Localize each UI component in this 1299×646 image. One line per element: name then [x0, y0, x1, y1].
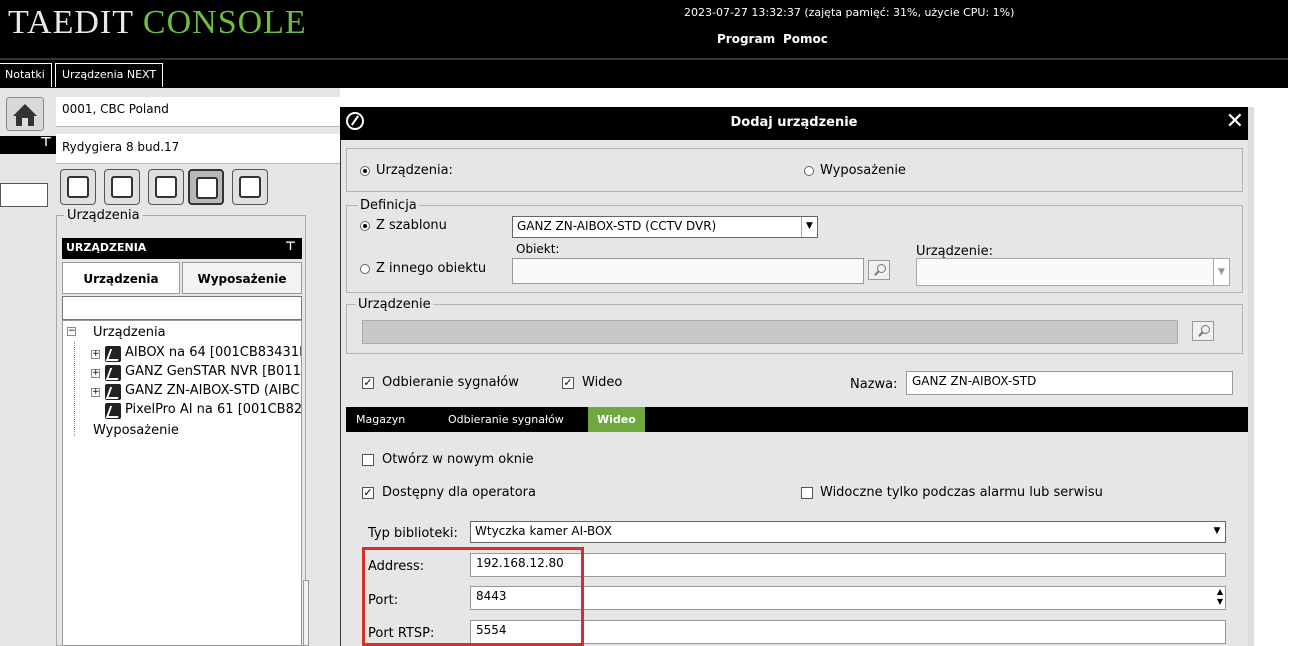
odbieranie-label: Odbieranie sygnałów — [382, 375, 519, 390]
radio-wyposazenie-label: Wyposażenie — [820, 163, 906, 178]
search-icon[interactable] — [868, 260, 890, 280]
radio-z-innego[interactable] — [360, 264, 370, 274]
urzadzenia-panel-header: URZĄDZENIA ⊤ — [62, 238, 302, 259]
app-title: TAEDIT CONSOLE — [8, 4, 307, 41]
type-panel — [346, 148, 1243, 192]
tree-item[interactable]: PixelPro AI na 61 [001CB82 — [125, 402, 301, 417]
status-text: 2023-07-27 13:32:37 (zajęta pamięć: 31%,… — [684, 6, 1015, 19]
expand-icon[interactable]: + — [91, 369, 100, 378]
device-remove-icon[interactable] — [148, 169, 184, 205]
widoczne-checkbox[interactable] — [801, 487, 813, 499]
urzadzenie-input[interactable] — [362, 320, 1178, 344]
radio-z-szablonu[interactable] — [360, 221, 370, 231]
expand-icon[interactable]: + — [91, 350, 100, 359]
tree-item[interactable]: GANZ GenSTAR NVR [B011 — [125, 364, 301, 379]
pin-icon[interactable]: ⊤ — [285, 239, 296, 253]
radio-urzadzenia[interactable] — [360, 166, 370, 176]
obiekt-input[interactable] — [512, 258, 864, 284]
radio-z-innego-label: Z innego obiektu — [376, 261, 487, 276]
chevron-down-icon[interactable]: ▼ — [1209, 522, 1225, 542]
dialog-scrollbar[interactable] — [1248, 107, 1254, 646]
tree-item[interactable]: GANZ ZN-AIBOX-STD (AIBC — [125, 383, 299, 398]
left-search-input[interactable] — [0, 183, 48, 207]
expand-icon[interactable]: + — [91, 388, 100, 397]
tree-root-wyposazenie[interactable]: Wyposażenie — [93, 423, 179, 438]
typ-biblioteki-select[interactable]: Wtyczka kamer AI-BOX ▼ — [470, 521, 1226, 543]
obiekt-label: Obiekt: — [516, 242, 560, 256]
house-icon[interactable] — [6, 97, 44, 131]
device-tree: − Urządzenia + AIBOX na 64 [001CB83431I … — [62, 320, 302, 646]
tab-magazyn[interactable]: Magazyn — [350, 407, 411, 432]
typ-biblioteki-label: Typ biblioteki: — [368, 526, 458, 541]
template-value: GANZ ZN-AIBOX-STD (CCTV DVR) — [517, 219, 717, 233]
device-icon — [105, 365, 121, 381]
template-select[interactable]: GANZ ZN-AIBOX-STD (CCTV DVR) ▼ — [512, 216, 818, 238]
urzadzenie-group-label: Urządzenie — [356, 297, 433, 312]
tree-search-input[interactable] — [62, 296, 302, 320]
device-icon — [105, 384, 121, 400]
definicja-label: Definicja — [358, 198, 419, 213]
nazwa-input[interactable]: GANZ ZN-AIBOX-STD — [906, 371, 1233, 395]
radio-urzadzenia-label: Urządzenia: — [376, 163, 453, 178]
device-signal-icon[interactable] — [188, 169, 224, 205]
left-scrollbar[interactable] — [303, 580, 309, 646]
chevron-down-icon[interactable]: ▼ — [801, 217, 817, 237]
dialog-titlebar: Dodaj urządzenie ✕ — [340, 107, 1248, 140]
radio-wyposazenie[interactable] — [804, 166, 814, 176]
highlight-box — [362, 547, 584, 646]
window-margin — [1288, 0, 1299, 646]
dostepny-checkbox[interactable]: ✓ — [362, 487, 374, 499]
pin-icon[interactable]: ⊤ — [40, 135, 52, 150]
collapse-icon[interactable]: − — [67, 327, 76, 336]
otworz-label: Otwórz w nowym oknie — [382, 452, 534, 467]
wideo-label: Wideo — [582, 375, 623, 390]
dialog-tabstrip: Magazyn Odbieranie sygnałów Wideo — [346, 407, 1248, 432]
dostepny-label: Dostępny dla operatora — [382, 485, 536, 500]
search-icon[interactable] — [1192, 321, 1214, 341]
otworz-checkbox[interactable] — [362, 454, 374, 466]
camera-icon — [105, 403, 121, 419]
top-tabbar: Notatki Urządzenia NEXT — [0, 58, 1288, 88]
menu-pomoc[interactable]: Pomoc — [783, 32, 828, 46]
panel-title: URZĄDZENIA — [66, 241, 147, 254]
tree-connector — [74, 341, 75, 436]
nazwa-label: Nazwa: — [850, 377, 898, 392]
widoczne-label: Widoczne tylko podczas alarmu lub serwis… — [820, 485, 1103, 500]
tree-root-urzadzenia[interactable]: Urządzenia — [93, 325, 166, 340]
odbieranie-checkbox[interactable]: ✓ — [362, 377, 374, 389]
typ-biblioteki-value: Wtyczka kamer AI-BOX — [475, 524, 612, 538]
app-header: TAEDIT CONSOLE 2023-07-27 13:32:37 (zaję… — [0, 0, 1288, 58]
device-info-icon[interactable] — [104, 169, 140, 205]
tab-wyposazenie[interactable]: Wyposażenie — [182, 262, 302, 294]
urzadzenie-select[interactable]: ▼ — [916, 258, 1230, 286]
device-report-icon[interactable] — [232, 169, 268, 205]
spinner-icon[interactable]: ▲ ▼ — [1217, 587, 1223, 607]
tab-odbieranie-sygnalow[interactable]: Odbieranie sygnałów — [442, 407, 570, 432]
tab-wideo[interactable]: Wideo — [588, 407, 645, 432]
tab-urzadzenia[interactable]: Urządzenia — [62, 262, 180, 294]
address-field: Rydygiera 8 bud.17 — [56, 134, 340, 164]
chevron-down-icon[interactable]: ▼ — [1213, 259, 1229, 285]
pin-bar: ⊤ — [0, 135, 56, 154]
urzadzenia-group-label: Urządzenia — [64, 208, 143, 223]
device-icon — [105, 346, 121, 362]
organization-field: 0001, CBC Poland — [56, 97, 340, 127]
tree-item[interactable]: AIBOX na 64 [001CB83431I — [125, 345, 301, 360]
dialog-title: Dodaj urządzenie — [730, 115, 858, 130]
menu-program[interactable]: Program — [717, 32, 775, 46]
tab-notatki[interactable]: Notatki — [0, 63, 52, 87]
wideo-checkbox[interactable]: ✓ — [562, 377, 574, 389]
urzadzenie-select-label: Urządzenie: — [916, 244, 993, 259]
radio-z-szablonu-label: Z szablonu — [376, 218, 447, 233]
close-icon[interactable]: ✕ — [1226, 110, 1244, 134]
device-add-icon[interactable] — [60, 169, 96, 205]
tab-urzadzenia-next[interactable]: Urządzenia NEXT — [55, 63, 164, 87]
